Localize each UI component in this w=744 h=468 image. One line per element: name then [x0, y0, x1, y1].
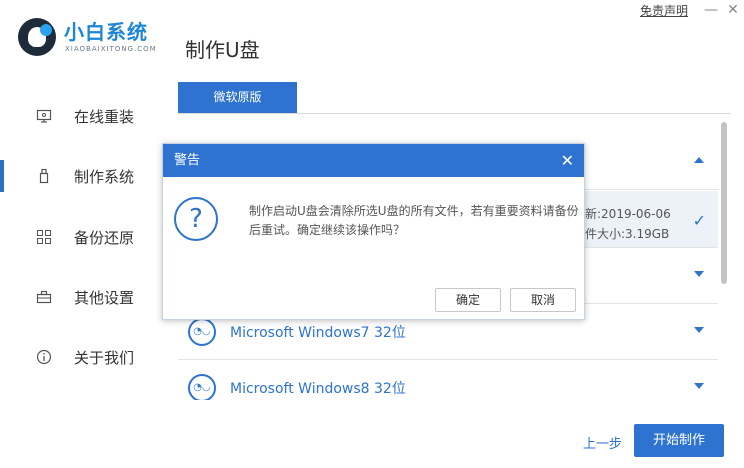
tab-microsoft-original[interactable]: 微软原版: [178, 82, 297, 113]
sidebar-item-about-us[interactable]: 关于我们: [0, 337, 166, 377]
sidebar-item-online-reinstall[interactable]: 在线重装: [0, 96, 166, 136]
windows-icon: ◔◡: [188, 318, 216, 346]
previous-step-button[interactable]: 上一步: [583, 433, 622, 452]
tab-divider: [178, 113, 730, 114]
usb-icon: [36, 168, 52, 184]
dialog-title: 警告: [174, 153, 201, 168]
app-subtitle: XIAOBAIXITONG.COM: [65, 45, 157, 53]
sidebar-item-other-settings[interactable]: 其他设置: [0, 277, 166, 317]
logo-icon: [18, 18, 56, 56]
file-size: 文件大小:3.19GB: [573, 227, 670, 241]
dialog-close-icon[interactable]: ✕: [561, 144, 574, 177]
os-name: Microsoft Windows8 32位: [230, 381, 406, 397]
sidebar-item-backup-restore[interactable]: 备份还原: [0, 217, 166, 257]
minimize-button[interactable]: —: [700, 2, 722, 18]
list-item[interactable]: ◔◡ Microsoft Windows8 32位: [178, 360, 718, 400]
confirm-button[interactable]: 确定: [435, 288, 501, 312]
app-title: 小白系统: [64, 20, 148, 44]
sidebar-item-label: 其他设置: [74, 288, 135, 307]
active-indicator: [0, 160, 4, 192]
close-button[interactable]: ✕: [722, 2, 744, 18]
chevron-up-icon[interactable]: [694, 157, 704, 163]
grid-icon: [36, 229, 52, 245]
question-icon: ?: [174, 197, 218, 241]
scrollbar-thumb[interactable]: [721, 122, 727, 284]
scrollbar[interactable]: [721, 120, 727, 420]
check-icon: ✓: [692, 211, 706, 230]
chevron-down-icon[interactable]: [694, 271, 704, 277]
sidebar-item-label: 制作系统: [74, 167, 135, 186]
dialog-message: 制作启动U盘会清除所选U盘的所有文件，若有重要资料请备份后重试。确定继续该操作吗…: [249, 204, 579, 237]
briefcase-icon: [36, 289, 52, 305]
monitor-icon: [36, 108, 52, 124]
dialog-header: 警告 ✕: [163, 144, 584, 177]
cancel-button[interactable]: 取消: [510, 288, 576, 312]
sidebar-item-make-system[interactable]: 制作系统: [0, 156, 166, 196]
sidebar-item-label: 在线重装: [74, 107, 135, 126]
sidebar: 小白系统 XIAOBAIXITONG.COM 在线重装 制作系统 备份还原 其他…: [0, 0, 166, 468]
os-name: Microsoft Windows7 32位: [230, 325, 406, 341]
window-controls: 免责声明 — ✕: [640, 0, 744, 20]
chevron-down-icon[interactable]: [694, 383, 704, 389]
app-logo: 小白系统 XIAOBAIXITONG.COM: [18, 15, 168, 59]
page-title: 制作U盘: [185, 38, 260, 62]
info-icon: [36, 349, 52, 365]
windows-icon: ◔◡: [188, 374, 216, 400]
update-date: 更新:2019-06-06: [573, 207, 671, 221]
chevron-down-icon[interactable]: [694, 327, 704, 333]
sidebar-item-label: 备份还原: [74, 228, 135, 247]
disclaimer-link[interactable]: 免责声明: [640, 2, 688, 19]
sidebar-item-label: 关于我们: [74, 348, 135, 367]
start-make-button[interactable]: 开始制作: [634, 424, 724, 457]
warning-dialog: 警告 ✕ ? 制作启动U盘会清除所选U盘的所有文件，若有重要资料请备份后重试。确…: [162, 143, 585, 320]
